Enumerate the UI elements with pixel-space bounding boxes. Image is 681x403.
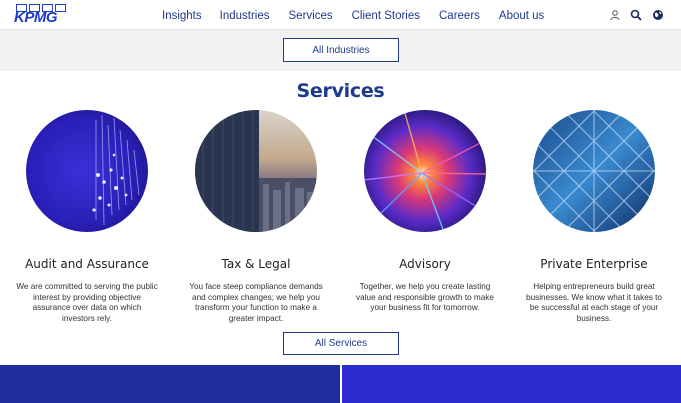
globe-icon[interactable] — [652, 9, 664, 21]
card-description: You face steep compliance demands and co… — [189, 282, 323, 323]
logo-text: KPMG — [14, 9, 58, 26]
nav-services[interactable]: Services — [289, 10, 333, 22]
audit-image — [26, 110, 148, 232]
tax-legal-image — [195, 110, 317, 232]
card-title: Private Enterprise — [540, 257, 648, 271]
filter-band: All Industries — [0, 30, 681, 71]
nav-client-stories[interactable]: Client Stories — [352, 10, 420, 22]
main-nav: Insights Industries Services Client Stor… — [162, 10, 544, 22]
card-description: Together, we help you create lasting val… — [356, 282, 494, 312]
card-description: Helping entrepreneurs build great busine… — [526, 282, 662, 323]
nav-industries[interactable]: Industries — [220, 10, 270, 22]
service-card-advisory[interactable]: Advisory Together, we help you create la… — [350, 110, 500, 314]
card-title: Tax & Legal — [221, 257, 291, 271]
nav-about-us[interactable]: About us — [499, 10, 544, 22]
user-icon[interactable] — [609, 9, 621, 21]
all-industries-button[interactable]: All Industries — [283, 38, 399, 62]
promo-panel-right[interactable] — [342, 365, 681, 403]
nav-insights[interactable]: Insights — [162, 10, 202, 22]
card-description: We are committed to serving the public i… — [16, 282, 158, 323]
advisory-image — [364, 110, 486, 232]
all-services-button[interactable]: All Services — [283, 332, 399, 355]
promo-panel-left[interactable] — [0, 365, 340, 403]
service-card-private-enterprise[interactable]: Private Enterprise Helping entrepreneurs… — [519, 110, 669, 324]
service-card-tax-legal[interactable]: Tax & Legal You face steep compliance de… — [181, 110, 331, 324]
private-enterprise-image — [533, 110, 655, 232]
card-title: Advisory — [399, 257, 451, 271]
service-card-audit[interactable]: Audit and Assurance We are committed to … — [12, 110, 162, 324]
card-title: Audit and Assurance — [25, 257, 149, 271]
section-title: Services — [296, 80, 385, 102]
site-header: KPMG Insights Industries Services Client… — [0, 0, 681, 30]
search-icon[interactable] — [630, 9, 642, 21]
kpmg-logo[interactable]: KPMG — [14, 4, 68, 26]
nav-careers[interactable]: Careers — [439, 10, 480, 22]
